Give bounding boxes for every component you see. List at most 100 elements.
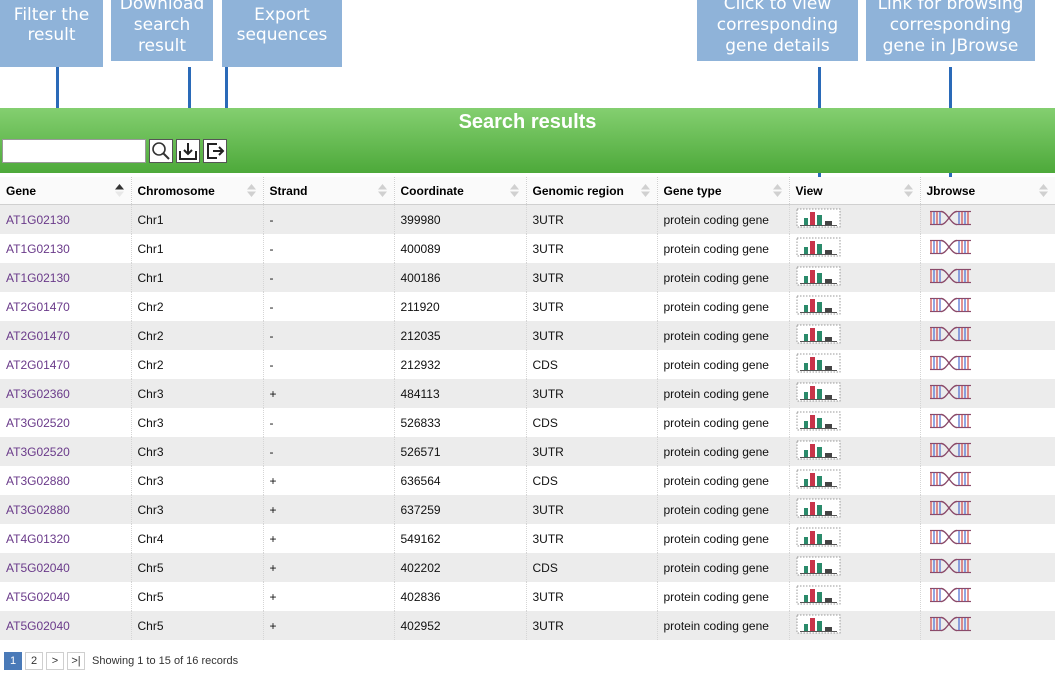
jbrowse-link[interactable]	[927, 239, 973, 255]
jbrowse-link[interactable]	[927, 558, 973, 574]
gene-cell: AT4G01320	[0, 524, 132, 553]
chromosome-cell: Chr2	[131, 350, 264, 379]
view-gene-details-link[interactable]	[796, 469, 841, 489]
dna-jbrowse-icon	[929, 326, 971, 342]
chromosome-cell: Chr3	[131, 466, 264, 495]
genomic-region-cell: CDS	[526, 466, 658, 495]
jbrowse-link[interactable]	[927, 413, 973, 429]
next-page-button[interactable]: >	[46, 652, 64, 670]
view-gene-details-link[interactable]	[796, 295, 841, 315]
jbrowse-link[interactable]	[927, 529, 973, 545]
gene-link[interactable]: AT5G02040	[6, 561, 70, 575]
jbrowse-cell	[920, 466, 1055, 495]
download-button[interactable]	[176, 139, 200, 163]
coordinate-cell: 526571	[394, 437, 527, 466]
view-gene-details-link[interactable]	[796, 411, 841, 431]
header-gene-type[interactable]: Gene type	[657, 177, 790, 205]
gene-cell: AT1G02130	[0, 234, 132, 263]
bar-chart-view-icon	[796, 614, 840, 634]
genomic-region-cell: 3UTR	[526, 611, 658, 640]
jbrowse-link[interactable]	[927, 471, 973, 487]
jbrowse-link[interactable]	[927, 442, 973, 458]
jbrowse-link[interactable]	[927, 616, 973, 632]
header-label: Gene	[6, 183, 37, 198]
banner-title: Search results	[458, 111, 597, 133]
jbrowse-link[interactable]	[927, 297, 973, 313]
jbrowse-link[interactable]	[927, 268, 973, 284]
callout-download: Download search result	[111, 0, 213, 61]
filter-input[interactable]	[2, 139, 146, 163]
gene-link[interactable]: AT3G02880	[6, 474, 70, 488]
genomic-region-cell: CDS	[526, 408, 658, 437]
chromosome-cell: Chr3	[131, 495, 264, 524]
header-jbrowse[interactable]: Jbrowse	[920, 177, 1055, 205]
view-gene-details-link[interactable]	[796, 556, 841, 576]
view-gene-details-link[interactable]	[796, 208, 841, 228]
jbrowse-cell	[920, 263, 1055, 292]
dna-jbrowse-icon	[929, 587, 971, 603]
gene-link[interactable]: AT1G02130	[6, 271, 70, 285]
gene-link[interactable]: AT3G02520	[6, 416, 70, 430]
jbrowse-link[interactable]	[927, 355, 973, 371]
header-genomic-region[interactable]: Genomic region	[526, 177, 658, 205]
gene-cell: AT2G01470	[0, 292, 132, 321]
genomic-region-cell: 3UTR	[526, 204, 658, 234]
view-gene-details-link[interactable]	[796, 353, 841, 373]
genomic-region-cell: 3UTR	[526, 495, 658, 524]
search-button[interactable]	[149, 139, 173, 163]
gene-link[interactable]: AT2G01470	[6, 358, 70, 372]
jbrowse-link[interactable]	[927, 587, 973, 603]
view-cell	[789, 292, 921, 321]
header-strand[interactable]: Strand	[263, 177, 395, 205]
jbrowse-link[interactable]	[927, 210, 973, 226]
gene-link[interactable]: AT5G02040	[6, 590, 70, 604]
header-gene[interactable]: Gene	[0, 177, 132, 205]
jbrowse-cell	[920, 437, 1055, 466]
bar-chart-view-icon	[796, 324, 840, 344]
genomic-region-cell: 3UTR	[526, 524, 658, 553]
gene-link[interactable]: AT3G02880	[6, 503, 70, 517]
export-button[interactable]	[203, 139, 227, 163]
header-view[interactable]: View	[789, 177, 921, 205]
gene-link[interactable]: AT1G02130	[6, 242, 70, 256]
table-row: AT1G02130 Chr1-400089 3UTR protein coding g…	[0, 234, 1055, 263]
view-cell	[789, 350, 921, 379]
results-table: Gene Chromosome Strand Coordinate Genomic re…	[0, 177, 1055, 640]
view-gene-details-link[interactable]	[796, 382, 841, 402]
last-page-button[interactable]: >|	[67, 652, 85, 670]
gene-link[interactable]: AT2G01470	[6, 300, 70, 314]
jbrowse-cell	[920, 321, 1055, 350]
view-gene-details-link[interactable]	[796, 498, 841, 518]
jbrowse-link[interactable]	[927, 384, 973, 400]
view-gene-details-link[interactable]	[796, 266, 841, 286]
view-gene-details-link[interactable]	[796, 527, 841, 547]
table-row: AT4G01320 Chr4 +549162 3UTR protein coding g…	[0, 524, 1055, 553]
gene-link[interactable]: AT5G02040	[6, 619, 70, 633]
header-coordinate[interactable]: Coordinate	[394, 177, 527, 205]
genomic-region-cell: CDS	[526, 350, 658, 379]
dna-jbrowse-icon	[929, 471, 971, 487]
header-chromosome[interactable]: Chromosome	[131, 177, 264, 205]
gene-cell: AT3G02880	[0, 466, 132, 495]
gene-link[interactable]: AT4G01320	[6, 532, 70, 546]
gene-link[interactable]: AT3G02520	[6, 445, 70, 459]
page-1-button[interactable]: 1	[4, 652, 22, 670]
gene-link[interactable]: AT3G02360	[6, 387, 70, 401]
gene-type-cell: protein coding gene	[657, 466, 790, 495]
gene-link[interactable]: AT1G02130	[6, 213, 70, 227]
dna-jbrowse-icon	[929, 529, 971, 545]
view-gene-details-link[interactable]	[796, 237, 841, 257]
records-info: Showing 1 to 15 of 16 records	[92, 655, 239, 667]
page-2-button[interactable]: 2	[25, 652, 43, 670]
jbrowse-link[interactable]	[927, 500, 973, 516]
view-gene-details-link[interactable]	[796, 614, 841, 634]
table-row: AT5G02040 Chr5 +402202 CDS protein coding ge…	[0, 553, 1055, 582]
bar-chart-view-icon	[796, 585, 840, 605]
gene-link[interactable]: AT2G01470	[6, 329, 70, 343]
pagination: 1 2 > >| Showing 1 to 15 of 16 records	[4, 652, 238, 670]
view-gene-details-link[interactable]	[796, 324, 841, 344]
header-label: Gene type	[663, 183, 722, 198]
jbrowse-link[interactable]	[927, 326, 973, 342]
view-gene-details-link[interactable]	[796, 440, 841, 460]
view-gene-details-link[interactable]	[796, 585, 841, 605]
